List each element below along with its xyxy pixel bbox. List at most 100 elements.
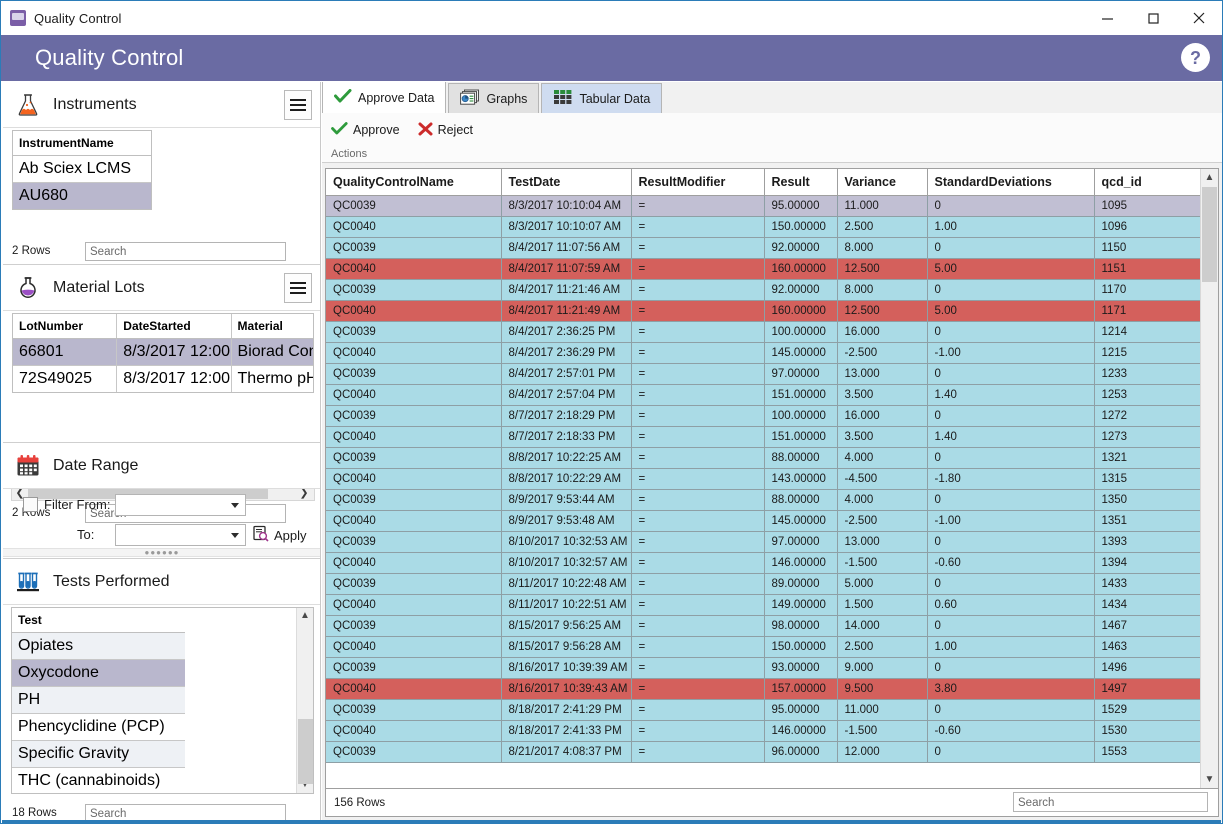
check-icon xyxy=(334,89,352,106)
column-header-qcd-id[interactable]: qcd_id xyxy=(1094,169,1204,196)
standard-deviations: 3.80 xyxy=(927,678,1095,700)
vscroll-thumb[interactable] xyxy=(297,719,313,784)
grid-vscrollbar[interactable]: ▲ ▼ xyxy=(1200,169,1218,788)
vscroll-thumb[interactable] xyxy=(1202,187,1217,282)
grid-search-input[interactable]: Search xyxy=(1013,792,1208,812)
table-row[interactable]: QC0039 8/9/2017 9:53:44 AM = 88.00000 4.000 0… xyxy=(326,489,1204,511)
table-row[interactable]: QC0040 8/18/2017 2:41:33 PM = 146.00000 -1.5… xyxy=(326,720,1204,742)
test-date: 8/15/2017 9:56:25 AM xyxy=(501,615,632,637)
table-row[interactable]: QC0039 8/4/2017 11:07:56 AM = 92.00000 8.000… xyxy=(326,237,1204,259)
filter-from-checkbox[interactable] xyxy=(23,497,38,512)
list-item[interactable]: Oxycodone xyxy=(12,660,185,687)
table-row[interactable]: QC0040 8/4/2017 2:36:29 PM = 145.00000 -2.50… xyxy=(326,342,1204,364)
table-row[interactable]: QC0040 8/8/2017 10:22:29 AM = 143.00000 -4.5… xyxy=(326,468,1204,490)
table-row[interactable]: QC0040 8/11/2017 10:22:51 AM = 149.00000 1.5… xyxy=(326,594,1204,616)
material-lots-menu-icon[interactable] xyxy=(284,273,312,303)
close-button[interactable] xyxy=(1176,2,1222,35)
result-modifier: = xyxy=(631,615,765,637)
table-row[interactable]: QC0039 8/18/2017 2:41:29 PM = 95.00000 11.00… xyxy=(326,699,1204,721)
list-item[interactable]: Phencyclidine (PCP) xyxy=(12,714,185,741)
list-item[interactable]: PH xyxy=(12,687,185,714)
table-row[interactable]: QC0040 8/4/2017 2:57:04 PM = 151.00000 3.500… xyxy=(326,384,1204,406)
tests-vscrollbar[interactable]: ▲ ▼ xyxy=(296,608,313,793)
standard-deviations: 0 xyxy=(927,741,1095,763)
table-row[interactable]: QC0039 8/11/2017 10:22:48 AM = 89.00000 5.00… xyxy=(326,573,1204,595)
scroll-up-icon[interactable]: ▲ xyxy=(300,608,310,624)
qcd-id: 1214 xyxy=(1094,321,1204,343)
table-row[interactable]: QC0039 8/3/2017 10:10:04 AM = 95.00000 11.00… xyxy=(326,195,1204,217)
list-item[interactable]: Specific Gravity xyxy=(12,741,185,768)
tab-graphs[interactable]: Graphs xyxy=(448,83,540,113)
table-row[interactable]: Ab Sciex LCMS xyxy=(13,156,151,183)
table-row[interactable]: QC0040 8/10/2017 10:32:57 AM = 146.00000 -1.… xyxy=(326,552,1204,574)
column-header-lotnumber[interactable]: LotNumber xyxy=(13,314,118,338)
table-row[interactable]: QC0039 8/15/2017 9:56:25 AM = 98.00000 14.00… xyxy=(326,615,1204,637)
qc-name: QC0039 xyxy=(326,237,502,259)
test-date: 8/3/2017 10:10:07 AM xyxy=(501,216,632,238)
test-date: 8/8/2017 10:22:25 AM xyxy=(501,447,632,469)
result-modifier: = xyxy=(631,237,765,259)
column-header-standarddeviations[interactable]: StandardDeviations xyxy=(927,169,1095,196)
variance-value: -1.500 xyxy=(837,720,928,742)
apply-label: Apply xyxy=(274,527,307,543)
chevron-down-icon[interactable] xyxy=(231,503,239,508)
column-header-test[interactable]: Test xyxy=(12,608,185,632)
table-row[interactable]: QC0040 8/4/2017 11:21:49 AM = 160.00000 12.5… xyxy=(326,300,1204,322)
standard-deviations: 1.00 xyxy=(927,636,1095,658)
table-row[interactable]: QC0039 8/7/2017 2:18:29 PM = 100.00000 16.00… xyxy=(326,405,1204,427)
splitter-handle[interactable]: ●●●●●● xyxy=(3,548,320,557)
result-value: 146.00000 xyxy=(764,552,838,574)
column-header-testdate[interactable]: TestDate xyxy=(501,169,632,196)
table-row[interactable]: QC0039 8/16/2017 10:39:39 AM = 93.00000 9.00… xyxy=(326,657,1204,679)
table-row[interactable]: QC0039 8/4/2017 11:21:46 AM = 92.00000 8.000… xyxy=(326,279,1204,301)
table-row[interactable]: QC0040 8/4/2017 11:07:59 AM = 160.00000 12.5… xyxy=(326,258,1204,280)
qcd-id: 1253 xyxy=(1094,384,1204,406)
test-date: 8/7/2017 2:18:29 PM xyxy=(501,405,632,427)
column-header-qualitycontrolname[interactable]: QualityControlName xyxy=(326,169,502,196)
table-row[interactable]: 72S49025 8/3/2017 12:00:00 AM Thermo pH … xyxy=(13,366,313,392)
variance-value: 3.500 xyxy=(837,384,928,406)
tab-tabular-data[interactable]: Tabular Data xyxy=(541,83,663,113)
qcd-id: 1351 xyxy=(1094,510,1204,532)
column-header-variance[interactable]: Variance xyxy=(837,169,928,196)
table-row[interactable]: QC0039 8/4/2017 2:57:01 PM = 97.00000 13.000… xyxy=(326,363,1204,385)
result-modifier: = xyxy=(631,405,765,427)
instruments-search-input[interactable]: Search xyxy=(85,241,286,261)
tab-approve-data[interactable]: Approve Data xyxy=(322,82,447,113)
table-row[interactable]: QC0039 8/21/2017 4:08:37 PM = 96.00000 12.00… xyxy=(326,741,1204,763)
table-row[interactable]: QC0039 8/8/2017 10:22:25 AM = 88.00000 4.000… xyxy=(326,447,1204,469)
scroll-down-icon[interactable]: ▼ xyxy=(1201,771,1218,788)
column-header-material[interactable]: Material xyxy=(232,314,313,338)
scroll-up-icon[interactable]: ▲ xyxy=(1201,169,1218,186)
apply-button[interactable]: Apply xyxy=(252,525,307,545)
table-row[interactable]: AU680 xyxy=(13,183,151,209)
approve-button[interactable]: Approve xyxy=(322,119,409,141)
column-header-instrumentname[interactable]: InstrumentName xyxy=(13,131,151,155)
table-row[interactable]: QC0040 8/15/2017 9:56:28 AM = 150.00000 2.50… xyxy=(326,636,1204,658)
reject-button[interactable]: Reject xyxy=(409,119,482,142)
maximize-button[interactable] xyxy=(1130,2,1176,35)
result-modifier: = xyxy=(631,699,765,721)
column-header-result[interactable]: Result xyxy=(764,169,838,196)
list-item[interactable]: THC (cannabinoids) xyxy=(12,768,185,793)
table-row[interactable]: QC0040 8/3/2017 10:10:07 AM = 150.00000 2.50… xyxy=(326,216,1204,238)
table-row[interactable]: QC0040 8/9/2017 9:53:48 AM = 145.00000 -2.50… xyxy=(326,510,1204,532)
table-row[interactable]: QC0039 8/4/2017 2:36:25 PM = 100.00000 16.00… xyxy=(326,321,1204,343)
test-date: 8/16/2017 10:39:43 AM xyxy=(501,678,632,700)
list-item[interactable]: Opiates xyxy=(12,633,185,660)
vscroll-track[interactable] xyxy=(297,624,314,784)
instruments-menu-icon[interactable] xyxy=(284,90,312,120)
table-row[interactable]: QC0039 8/10/2017 10:32:53 AM = 97.00000 13.0… xyxy=(326,531,1204,553)
table-row[interactable]: QC0040 8/7/2017 2:18:33 PM = 151.00000 3.500… xyxy=(326,426,1204,448)
chevron-down-icon[interactable] xyxy=(231,533,239,538)
variance-value: 12.500 xyxy=(837,300,928,322)
table-row[interactable]: QC0040 8/16/2017 10:39:43 AM = 157.00000 9.5… xyxy=(326,678,1204,700)
minimize-button[interactable] xyxy=(1084,2,1130,35)
help-icon[interactable]: ? xyxy=(1181,43,1210,72)
filter-from-date-input[interactable] xyxy=(115,494,246,516)
table-row[interactable]: 66801 8/3/2017 12:00:00 AM Biorad Contro xyxy=(13,339,313,366)
column-header-resultmodifier[interactable]: ResultModifier xyxy=(631,169,765,196)
qc-name: QC0039 xyxy=(326,741,502,763)
filter-to-date-input[interactable] xyxy=(115,524,246,546)
column-header-datestarted[interactable]: DateStarted xyxy=(117,314,232,338)
